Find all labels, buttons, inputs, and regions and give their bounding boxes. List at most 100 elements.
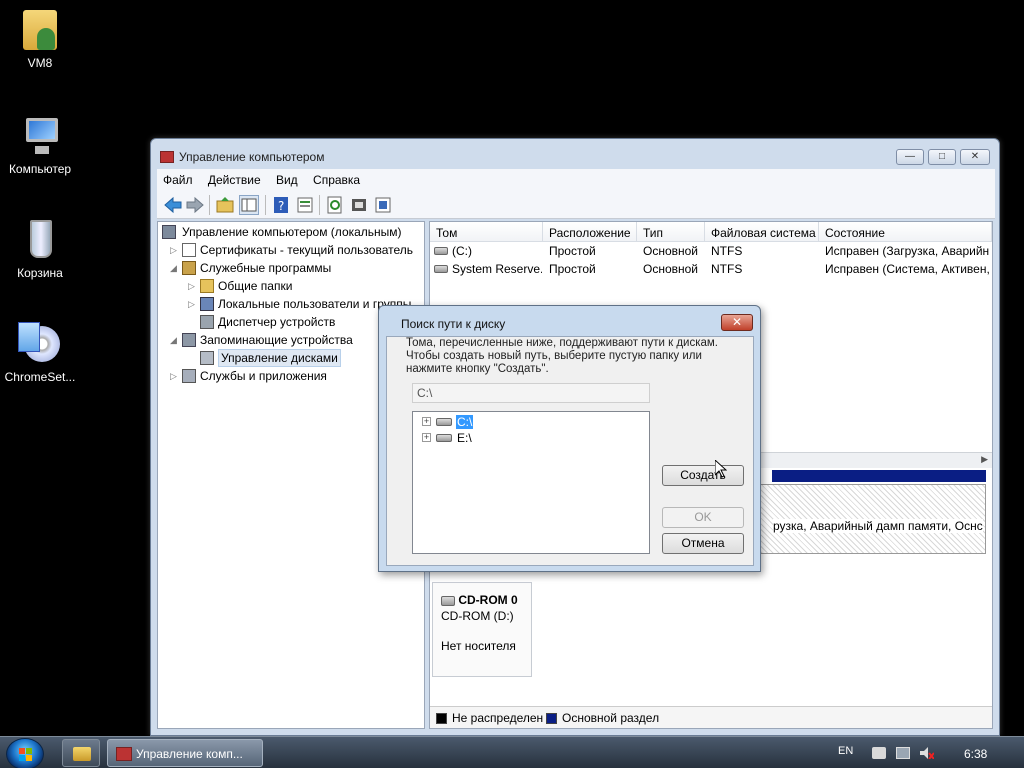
column-header-status[interactable]: Состояние [819, 222, 992, 242]
taskbar-explorer-button[interactable] [62, 739, 100, 767]
certificates-icon [182, 243, 196, 257]
properties-icon[interactable] [295, 195, 315, 215]
expand-arrow-icon[interactable]: ▷ [170, 368, 180, 384]
desktop-icon-label: Компьютер [8, 162, 72, 176]
drive-icon [434, 247, 448, 255]
desktop-icon-vm8[interactable]: VM8 [0, 8, 80, 70]
volume-label: E:\ [457, 431, 472, 445]
ok-button[interactable]: OK [662, 507, 744, 528]
collapse-arrow-icon[interactable]: ◢ [170, 332, 180, 348]
taskbar-computer-management-button[interactable]: Управление комп... [107, 739, 263, 767]
shared-folders-icon [200, 279, 214, 293]
storage-icon [182, 333, 196, 347]
volume-muted-icon[interactable] [920, 747, 935, 760]
cell-volume: System Reserve... [452, 262, 542, 276]
rescan-disks-icon[interactable] [349, 195, 369, 215]
computer-management-icon [162, 225, 176, 239]
legend-unallocated-label: Не распределен [452, 711, 544, 725]
scroll-right-arrow-icon[interactable]: ▶ [981, 454, 988, 465]
forward-arrow-icon[interactable] [185, 195, 205, 215]
menu-help[interactable]: Справка [307, 169, 366, 187]
tree-item-label: Сертификаты - текущий пользователь [200, 243, 414, 257]
primary-partition-bar [772, 470, 986, 482]
cancel-button[interactable]: Отмена [662, 533, 744, 554]
cell-volume: (C:) [452, 244, 472, 258]
cell-layout: Простой [549, 244, 596, 258]
drive-icon [436, 418, 452, 426]
back-arrow-icon[interactable] [163, 195, 183, 215]
up-folder-icon[interactable] [215, 195, 235, 215]
path-field[interactable]: C:\ [412, 383, 650, 403]
cdrom-status: Нет носителя [441, 639, 516, 653]
tree-item-label: Службы и приложения [200, 369, 327, 383]
toolbar: ? [157, 191, 995, 219]
computer-management-icon [116, 747, 132, 761]
desktop-icon-label: Корзина [17, 266, 63, 280]
drive-icon [436, 434, 452, 442]
mouse-cursor-icon [715, 460, 727, 478]
toolbar-separator [265, 195, 266, 215]
toolbar-separator [209, 195, 210, 215]
menu-view[interactable]: Вид [270, 169, 304, 187]
disk-properties-icon[interactable] [373, 195, 393, 215]
column-header-type[interactable]: Тип [637, 222, 705, 242]
cdrom-name: CD-ROM 0 [458, 593, 518, 607]
cell-type: Основной [643, 244, 699, 258]
tree-item-label: Служебные программы [200, 261, 332, 275]
dialog-description: Тома, перечисленные ниже, поддерживают п… [406, 337, 718, 375]
disk-management-icon [200, 351, 214, 365]
maximize-button[interactable]: □ [928, 149, 956, 165]
expand-arrow-icon[interactable]: ▷ [170, 242, 180, 258]
menu-action[interactable]: Действие [202, 169, 267, 187]
expand-plus-icon[interactable]: + [422, 433, 431, 442]
desktop-icon-computer[interactable]: Компьютер [0, 114, 80, 176]
action-center-icon[interactable] [872, 747, 886, 759]
start-button[interactable] [6, 738, 44, 768]
cdrom-drive-icon [441, 595, 455, 606]
expand-plus-icon[interactable]: + [422, 417, 431, 426]
desktop-icon-label: VM8 [27, 56, 53, 70]
network-icon[interactable] [896, 747, 910, 759]
clock[interactable]: 6:38 [964, 747, 987, 761]
window-titlebar[interactable]: Управление компьютером — □ ✕ [151, 139, 999, 169]
volume-tree[interactable]: + C:\ + E:\ [412, 411, 650, 554]
cell-status: Исправен (Загрузка, Аварийн [825, 244, 990, 258]
refresh-icon[interactable] [325, 195, 345, 215]
users-icon [200, 297, 214, 311]
cdrom-name-row: CD-ROM 0 [441, 593, 523, 607]
taskbar-app-label: Управление комп... [136, 747, 243, 761]
cell-filesystem: NTFS [711, 244, 743, 258]
expand-arrow-icon[interactable]: ▷ [188, 278, 198, 294]
cell-layout: Простой [549, 262, 596, 276]
dialog-title: Поиск пути к диску [401, 317, 506, 331]
svg-text:?: ? [278, 199, 284, 213]
column-header-filesystem[interactable]: Файловая система [705, 222, 819, 242]
expand-arrow-icon[interactable]: ▷ [188, 296, 198, 312]
toolbar-separator [319, 195, 320, 215]
drive-path-dialog: Поиск пути к диску ✕ Тома, перечисленные… [378, 305, 761, 572]
device-manager-icon [200, 315, 214, 329]
windows-logo-icon [19, 748, 32, 761]
close-button[interactable]: ✕ [960, 149, 990, 165]
tools-icon [182, 261, 196, 275]
column-header-volume[interactable]: Том [430, 222, 543, 242]
menu-file[interactable]: Файл [157, 169, 199, 187]
dialog-close-button[interactable]: ✕ [721, 314, 753, 331]
recycle-bin-icon [18, 218, 62, 262]
cell-type: Основной [643, 262, 699, 276]
computer-icon [18, 114, 62, 158]
desktop-icon-recycle-bin[interactable]: Корзина [0, 218, 80, 280]
language-indicator[interactable]: EN [838, 745, 853, 757]
minimize-button[interactable]: — [896, 149, 924, 165]
tree-item-label: Управление компьютером (локальным) [182, 225, 402, 239]
window-title: Управление компьютером [179, 150, 325, 164]
services-icon [182, 369, 196, 383]
collapse-arrow-icon[interactable]: ◢ [170, 260, 180, 276]
show-hide-tree-icon[interactable] [239, 195, 259, 215]
cdrom-disk-box[interactable]: CD-ROM 0 CD-ROM (D:) Нет носителя [432, 582, 532, 677]
help-icon[interactable]: ? [271, 195, 291, 215]
create-button[interactable]: Создать [662, 465, 744, 486]
column-header-layout[interactable]: Расположение [543, 222, 637, 242]
drive-icon [434, 265, 448, 273]
desktop-icon-chromesetup[interactable]: ChromeSet... [0, 322, 80, 384]
